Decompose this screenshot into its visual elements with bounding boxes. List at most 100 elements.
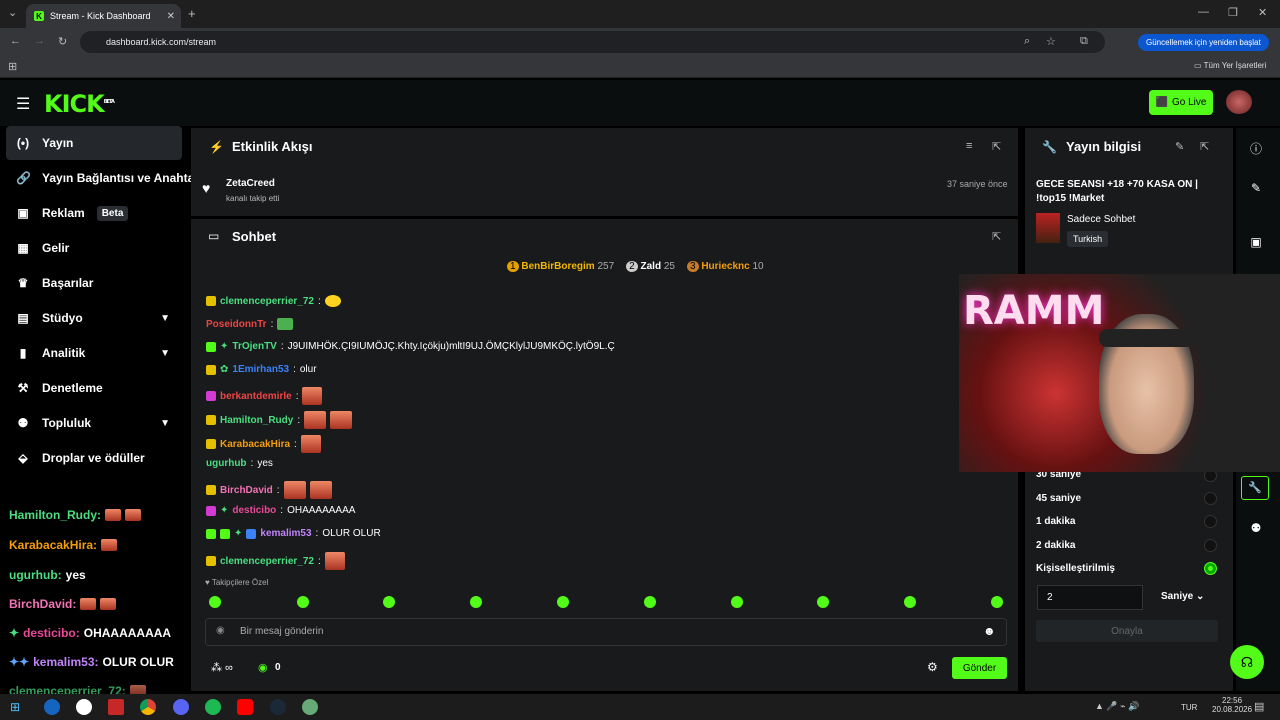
layout-icon[interactable]: ▣ — [1246, 235, 1266, 249]
chat-user[interactable]: Hamilton_Rudy — [220, 415, 293, 426]
popout-icon[interactable]: ⇱ — [1200, 140, 1209, 153]
overlay-chat-text: yes — [65, 568, 86, 582]
chat-message-input[interactable]: Bir mesaj gönderin — [205, 618, 1007, 646]
user-avatar[interactable] — [1226, 90, 1252, 114]
confirm-button[interactable]: Onayla — [1036, 620, 1218, 642]
go-live-button[interactable]: ⬛ Go Live — [1149, 90, 1213, 115]
windows-start-icon[interactable]: ⊞ — [10, 700, 20, 714]
popout-icon[interactable]: ⇱ — [992, 140, 1001, 153]
tray-icons[interactable]: ▲ 🎤 ⌁ 🔊 — [1095, 701, 1139, 712]
sidebar-item-analitik[interactable]: ▮ Analitik ▼ — [6, 336, 182, 370]
chat-user[interactable]: berkantdemirle — [220, 391, 292, 402]
gear-icon[interactable]: ⚙ — [927, 660, 938, 674]
emote-icon — [300, 435, 321, 453]
stream-category[interactable]: Sadece Sohbet — [1067, 214, 1135, 225]
back-icon[interactable]: ← — [10, 35, 21, 47]
sidebar-item-topluluk[interactable]: ⚉ Topluluk ▼ — [6, 406, 182, 440]
emote-icon[interactable] — [991, 596, 1003, 608]
send-button[interactable]: Gönder — [952, 657, 1007, 679]
hamburger-menu-icon[interactable]: ☰ — [16, 94, 30, 114]
community-icon[interactable]: ⚉ — [1246, 521, 1266, 535]
chat-user[interactable]: ugurhub — [206, 458, 247, 469]
extensions-icon[interactable]: ⧉ — [1080, 35, 1088, 48]
emote-icon[interactable] — [209, 596, 221, 608]
popout-icon[interactable]: ⇱ — [992, 230, 1001, 243]
app-icon[interactable] — [76, 699, 92, 715]
custom-duration-input[interactable]: 2 — [1037, 585, 1143, 610]
update-chip[interactable]: Güncellemek için yeniden başlat — [1138, 34, 1269, 51]
apps-grid-icon[interactable]: ⊞ — [8, 60, 17, 73]
chat-user[interactable]: desticibo — [232, 505, 276, 516]
spotify-icon[interactable] — [205, 699, 221, 715]
sidebar-item-reklam[interactable]: ▣ Reklam Beta — [6, 196, 182, 230]
app-icon[interactable] — [44, 699, 60, 715]
emote-icon — [302, 387, 323, 405]
edit-icon[interactable]: ✎ — [1246, 181, 1266, 195]
emoji-icon[interactable]: ☻ — [983, 624, 996, 638]
slow-mode-option-label: 45 saniye — [1036, 493, 1082, 504]
discord-icon[interactable] — [173, 699, 189, 715]
bookmark-star-icon[interactable]: ☆ — [1046, 35, 1056, 48]
emote-icon[interactable] — [644, 596, 656, 608]
sidebar-item-yayin[interactable]: (•) Yayın — [6, 126, 182, 160]
radio-2min[interactable] — [1204, 539, 1217, 552]
chat-user[interactable]: TrOjenTV — [232, 341, 276, 352]
chat-user[interactable]: 1Emirhan53 — [232, 364, 289, 375]
zoom-icon[interactable]: ⌕ — [1024, 35, 1030, 48]
sidebar-item-droplar[interactable]: ⬙ Droplar ve ödüller — [6, 441, 182, 475]
emote-icon[interactable] — [817, 596, 829, 608]
chat-message: BirchDavid: — [206, 481, 332, 499]
all-bookmarks[interactable]: ▭ Tüm Yer İşaretleri — [1194, 61, 1266, 70]
info-icon[interactable]: ⓘ — [1246, 140, 1266, 157]
analytics-icon: ▮ — [19, 346, 27, 360]
wrench-icon[interactable]: 🔧 — [1241, 476, 1269, 500]
emote-icon[interactable] — [557, 596, 569, 608]
chat-user[interactable]: PoseidonnTr — [206, 319, 267, 330]
emote-icon[interactable] — [904, 596, 916, 608]
support-headset-icon[interactable]: ☊ — [1230, 645, 1264, 679]
emote-icon[interactable] — [297, 596, 309, 608]
chat-user[interactable]: clemenceperrier_72 — [220, 556, 314, 567]
radio-1min[interactable] — [1204, 515, 1217, 528]
radio-45s[interactable] — [1204, 492, 1217, 505]
sidebar-item-stream-key[interactable]: 🔗 Yayın Bağlantısı ve Anahta — [6, 161, 194, 195]
sidebar-item-denetleme[interactable]: ⚒ Denetleme — [6, 371, 182, 405]
sidebar-item-basarilar[interactable]: ♛ Başarılar — [6, 266, 182, 300]
maximize-icon[interactable]: ❐ — [1228, 6, 1238, 19]
youtube-icon[interactable] — [237, 699, 253, 715]
tab-search-icon[interactable]: ⌄ — [8, 6, 17, 19]
unit-select[interactable]: Saniye ⌄ — [1161, 591, 1204, 602]
chat-user[interactable]: kemalim53 — [260, 528, 311, 539]
steam-icon[interactable] — [270, 699, 286, 715]
clock[interactable]: 22:56 20.08.2026 — [1212, 696, 1252, 714]
sidebar-item-gelir[interactable]: ▦ Gelir — [6, 231, 182, 265]
notification-icon[interactable]: ▤ — [1254, 700, 1264, 713]
badge-icon: ✿ — [220, 364, 229, 375]
emote-icon[interactable] — [470, 596, 482, 608]
emote-icon[interactable] — [731, 596, 743, 608]
url-field[interactable]: dashboard.kick.com/stream — [80, 31, 1105, 53]
app-icon[interactable] — [302, 699, 318, 715]
edit-icon[interactable]: ✎ — [1175, 140, 1184, 153]
sidebar-item-studyo[interactable]: ▤ Stüdyo ▼ — [6, 301, 182, 335]
chat-user[interactable]: BirchDavid — [220, 485, 273, 496]
chevron-down-icon: ▼ — [160, 312, 170, 324]
chat-user[interactable]: KarabacakHira — [220, 439, 290, 450]
kick-logo[interactable]: KICKBETA — [44, 90, 115, 118]
new-tab-icon[interactable]: + — [188, 6, 196, 21]
filter-icon[interactable]: ≡ — [966, 140, 972, 152]
chat-user[interactable]: clemenceperrier_72 — [220, 296, 314, 307]
language-indicator[interactable]: TUR — [1181, 703, 1197, 712]
radio-custom[interactable] — [1204, 562, 1217, 575]
forward-icon[interactable]: → — [34, 35, 45, 47]
emote-icon[interactable] — [383, 596, 395, 608]
close-window-icon[interactable]: ✕ — [1258, 6, 1267, 19]
reload-icon[interactable]: ↻ — [58, 35, 67, 48]
chat-message: ✦ desticibo: OHAAAAAAAA — [206, 505, 355, 516]
minimize-icon[interactable]: — — [1198, 6, 1209, 18]
app-icon[interactable] — [108, 699, 124, 715]
close-tab-icon[interactable]: ✕ — [167, 11, 175, 22]
sidebar-item-label: Analitik — [42, 346, 86, 360]
browser-tab[interactable]: K Stream - Kick Dashboard ✕ — [26, 4, 181, 28]
chrome-icon[interactable] — [140, 699, 156, 715]
